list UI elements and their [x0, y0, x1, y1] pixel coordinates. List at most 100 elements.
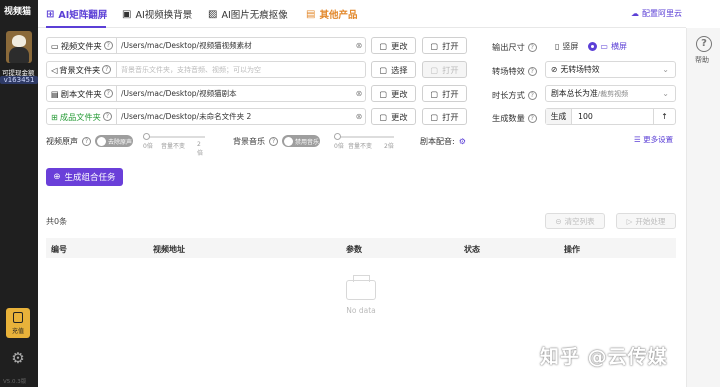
tab-label: 其他产品 [319, 10, 358, 21]
bg-folder-label: ◁ 背景文件夹? [47, 62, 117, 77]
folder-open-icon: ▢ [430, 88, 439, 99]
output-folder-change-button[interactable]: ▢ 更改 [371, 108, 416, 125]
video-sound-label: 视频原声 [46, 136, 78, 146]
start-process-button[interactable]: ▷ 开始处理 [616, 213, 676, 229]
tab-ai-background[interactable]: ▣ AI视频换背景 [122, 6, 192, 22]
bg-music-label: 背景音乐 [233, 136, 265, 146]
help-icon: ? [527, 66, 537, 76]
folder-icon: ▢ [379, 64, 388, 75]
bg-folder-placeholder[interactable]: 背景音乐文件夹，支持音频、视频；可以为空 [117, 65, 365, 75]
table-header: 编号 视频地址 参数 状态 操作 [46, 238, 676, 258]
disable-music-toggle[interactable]: 禁用音乐 [282, 135, 320, 147]
folder-open-icon: ▢ [430, 111, 439, 122]
duration-select[interactable]: 剧本总长为准/裁剪视频 ⌄ [545, 85, 676, 102]
box-icon: ▤ [306, 8, 316, 20]
configure-aliyun-link[interactable]: ☁ 配置阿里云 [631, 8, 682, 19]
help-icon: ? [527, 113, 537, 123]
top-tab-bar: ⊞ AI矩阵翻屏 ▣ AI视频换背景 ▨ AI图片无痕抠像 ▤ 其他产品 ☁ 配… [38, 0, 686, 28]
output-folder-label: ⊞ 成品文件夹? [47, 109, 117, 124]
script-folder-field[interactable]: ▤ 剧本文件夹? /Users/mac/Desktop/视频猫剧本 ⊗ [46, 85, 366, 102]
script-folder-open-button[interactable]: ▢ 打开 [422, 85, 467, 102]
gear-icon[interactable]: ⚙ [9, 349, 27, 367]
user-id-badge: v163451 [0, 76, 38, 84]
arrow-up-icon[interactable]: ↑ [653, 109, 675, 124]
bg-folder-open-button[interactable]: ▢ 打开 [422, 61, 467, 78]
recharge-button[interactable]: 充值 [6, 308, 30, 338]
help-icon: ? [103, 41, 113, 50]
monitor-icon: ▭ [600, 42, 608, 51]
script-folder-label: ▤ 剧本文件夹? [47, 86, 117, 101]
cloud-link-label: 配置阿里云 [642, 9, 682, 18]
speaker-icon: ◁ [51, 64, 58, 75]
tab-ai-cutout[interactable]: ▨ AI图片无痕抠像 [208, 6, 288, 22]
quantity-stepper[interactable]: 生成 100 ↑ [545, 108, 676, 125]
col-params: 参数 [346, 245, 362, 254]
bg-volume-slider[interactable]: 0倍 音量不变 2倍 [334, 133, 394, 150]
tab-other-products[interactable]: ▤ 其他产品 [306, 6, 357, 22]
video-folder-path[interactable]: /Users/mac/Desktop/视频猫视频素材 [117, 40, 353, 51]
gear-icon[interactable]: ⚙ [459, 137, 466, 146]
chevron-down-icon: ⌄ [662, 65, 669, 74]
script-folder-path[interactable]: /Users/mac/Desktop/视频猫剧本 [117, 88, 353, 99]
chevron-down-icon: ⌄ [662, 89, 669, 98]
help-icon: ? [102, 112, 112, 121]
avatar[interactable] [6, 31, 32, 63]
video-folder-label: ▭ 视频文件夹? [47, 38, 117, 53]
left-sidebar: 视频猫 可提现金额 v163451 充值 ⚙ V5.0.3版 [0, 0, 38, 387]
right-help-bar: ? 帮助 [686, 28, 720, 387]
col-video-url: 视频地址 [153, 245, 185, 254]
transition-select[interactable]: ⊘ 无转场特效 ⌄ [545, 61, 676, 78]
quantity-prefix: 生成 [546, 109, 572, 124]
video-folder-field[interactable]: ▭ 视频文件夹? /Users/mac/Desktop/视频猫视频素材 ⊗ [46, 37, 366, 54]
clear-icon[interactable]: ⊗ [353, 112, 365, 121]
output-folder-open-button[interactable]: ▢ 打开 [422, 108, 467, 125]
video-folder-open-button[interactable]: ▢ 打开 [422, 37, 467, 54]
bg-folder-select-button[interactable]: ▢ 选择 [371, 61, 416, 78]
dub-label: 剧本配音: [420, 136, 455, 146]
bg-folder-field[interactable]: ◁ 背景文件夹? 背景音乐文件夹，支持音频、视频；可以为空 [46, 61, 366, 78]
bg-music-control: 背景音乐? 禁用音乐 [233, 134, 320, 148]
grid-icon: ⊞ [46, 8, 55, 20]
list-icon: ☰ [634, 135, 641, 144]
orientation-radio-group: ▯ 竖屏 ▭ 横屏 [555, 41, 627, 52]
plus-box-icon: ⊞ [51, 111, 58, 122]
output-folder-field[interactable]: ⊞ 成品文件夹? /Users/mac/Desktop/未命名文件夹 2 ⊗ [46, 108, 366, 125]
empty-state: No data [336, 275, 386, 315]
clear-list-button[interactable]: ⊝ 清空列表 [545, 213, 605, 229]
help-icon[interactable]: ? [696, 36, 712, 52]
phone-icon: ▯ [555, 42, 560, 51]
quantity-label: 生成数量? [492, 112, 537, 124]
clear-icon[interactable]: ⊗ [353, 89, 365, 98]
clear-icon[interactable]: ⊗ [353, 41, 365, 50]
remove-original-sound-toggle[interactable]: 去除原声 [95, 135, 133, 147]
generate-task-button[interactable]: ⊕ 生成组合任务 [46, 168, 123, 186]
video-sound-control: 视频原声? 去除原声 [46, 134, 133, 148]
clear-icon: ⊝ [555, 216, 562, 226]
script-dub-control: 剧本配音: ⚙ [420, 134, 466, 148]
duration-label: 时长方式? [492, 89, 537, 101]
picture-icon: ▨ [208, 8, 218, 20]
bag-icon [13, 312, 23, 323]
play-icon: ▷ [626, 216, 633, 226]
version-label: V5.0.3版 [3, 379, 27, 385]
tab-ai-matrix[interactable]: ⊞ AI矩阵翻屏 [46, 6, 107, 22]
output-size-label: 输出尺寸? [492, 41, 537, 53]
help-icon: ? [527, 42, 537, 52]
folder-icon: ▢ [379, 40, 388, 51]
portrait-radio[interactable]: ▯ 竖屏 [555, 41, 578, 52]
help-icon: ? [269, 136, 278, 146]
more-settings-link[interactable]: ☰ 更多设置 [634, 134, 673, 145]
output-folder-path[interactable]: /Users/mac/Desktop/未命名文件夹 2 [117, 111, 353, 122]
transition-label: 转场特效? [492, 65, 537, 77]
landscape-radio[interactable]: ▭ 横屏 [588, 41, 627, 52]
folder-icon: ▢ [379, 111, 388, 122]
video-volume-slider[interactable]: 0倍 音量不变 2倍 [143, 133, 205, 157]
video-folder-change-button[interactable]: ▢ 更改 [371, 37, 416, 54]
script-folder-change-button[interactable]: ▢ 更改 [371, 85, 416, 102]
task-count: 共0条 [46, 217, 68, 226]
folder-open-icon: ▢ [430, 64, 439, 75]
quantity-value[interactable]: 100 [572, 112, 593, 121]
video-icon: ▭ [51, 40, 59, 51]
col-id: 编号 [51, 245, 67, 254]
watermark: 知乎 @云传媒 [540, 346, 668, 368]
